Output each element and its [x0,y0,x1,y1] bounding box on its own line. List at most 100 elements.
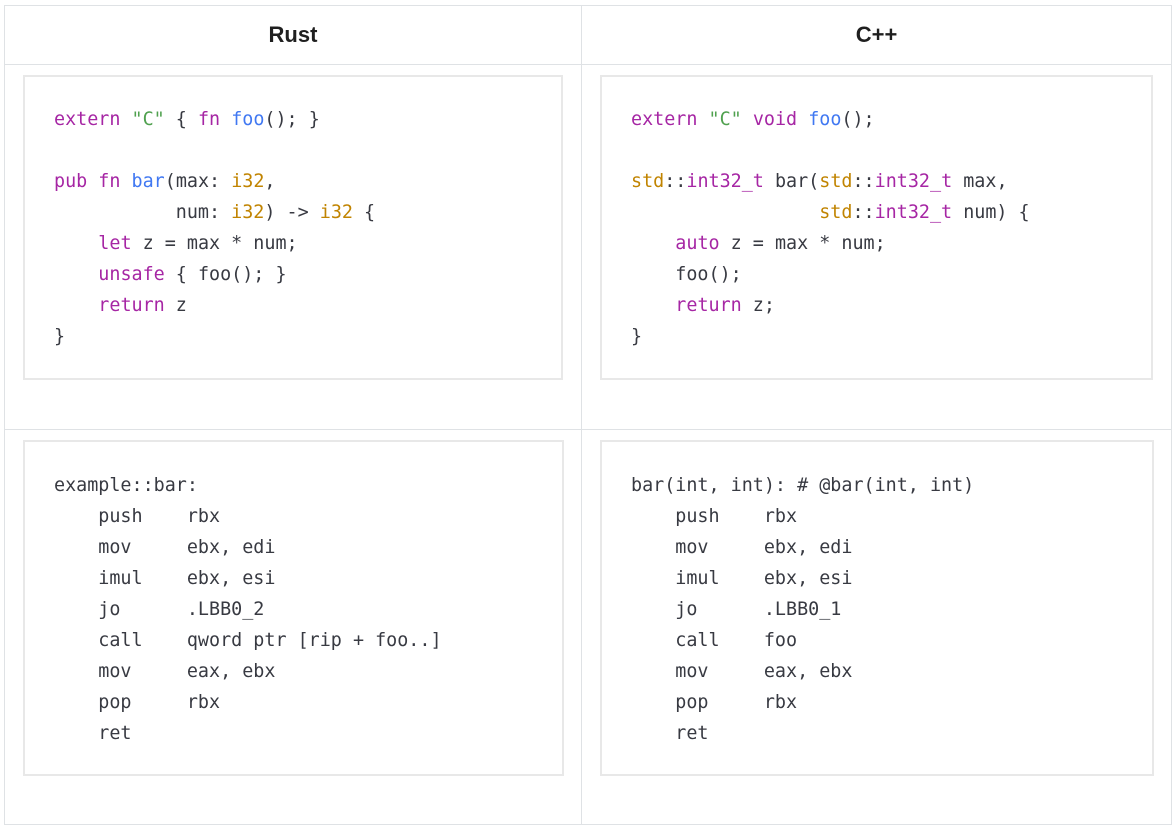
asm-line: push rbx [631,506,798,527]
code-token: i32 [231,171,265,192]
asm-line: jo .LBB0_2 [54,599,265,620]
code-token: foo [231,109,265,130]
code-token: z; [741,295,775,316]
code-token: pub [54,171,88,192]
code-token: (); } [264,109,320,130]
code-token: } [54,326,66,347]
asm-line: push rbx [54,506,221,527]
code-line: foo(); [631,259,1122,290]
code-line: return z [54,290,532,321]
rust-source-code-block: extern "C" { fn foo(); } pub fn bar(max:… [23,75,563,380]
header-rust: Rust [4,5,582,65]
code-token: ) -> [264,202,320,223]
asm-line: imul ebx, esi [54,568,276,589]
asm-line: bar(int, int): # @bar(int, int) [631,475,975,496]
code-line: num: i32) -> i32 { [54,197,532,228]
code-line: return z; [631,290,1122,321]
comparison-table: Rust C++ extern "C" { fn foo(); } pub fn… [4,5,1172,825]
asm-line: mov ebx, edi [631,537,853,558]
code-token: max, [952,171,1008,192]
asm-line: example::bar: [54,475,198,496]
code-token: extern [54,109,121,130]
code-token: i32 [319,202,353,223]
header-cpp: C++ [581,5,1172,65]
code-token: return [98,295,165,316]
code-token: , [264,171,276,192]
code-token: :: [852,202,875,223]
code-token: } [631,326,643,347]
code-line: pub fn bar(max: i32, [54,166,532,197]
code-token: foo [808,109,842,130]
cpp-source-code-block: extern "C" void foo(); std::int32_t bar(… [600,75,1153,380]
code-token: num: [54,202,232,223]
code-line: std::int32_t num) { [631,197,1122,228]
rust-asm-cell: example::bar: push rbx mov ebx, edi imul… [4,429,582,825]
code-token: { [164,109,198,130]
code-token: int32_t [874,171,953,192]
asm-line: ret [54,723,132,744]
code-line: extern "C" { fn foo(); } [54,104,532,135]
code-line: } [54,321,532,352]
code-line: } [631,321,1122,352]
asm-line: mov eax, ebx [631,661,853,682]
code-token: let [98,233,132,254]
code-token: z = max * num; [131,233,298,254]
code-token: std [819,202,853,223]
code-token: void [752,109,798,130]
code-token: return [675,295,742,316]
code-token: int32_t [686,171,764,192]
code-token: fn [98,171,121,192]
asm-line: pop rbx [631,692,798,713]
cpp-asm-cell: bar(int, int): # @bar(int, int) push rbx… [581,429,1172,825]
code-token: (); [841,109,875,130]
code-line: std::int32_t bar(std::int32_t max, [631,166,1122,197]
code-token: extern [631,109,698,130]
code-token: "C" [131,109,165,130]
code-token: auto [675,233,720,254]
assembly-row: example::bar: push rbx mov ebx, edi imul… [4,429,1172,825]
code-token: unsafe [98,264,165,285]
asm-line: ret [631,723,709,744]
code-line: unsafe { foo(); } [54,259,532,290]
header-row: Rust C++ [4,5,1172,65]
code-token: :: [664,171,687,192]
cpp-assembly-code-block: bar(int, int): # @bar(int, int) push rbx… [600,440,1154,776]
code-token: std [819,171,853,192]
asm-line: jo .LBB0_1 [631,599,842,620]
code-token: bar( [763,171,820,192]
source-row: extern "C" { fn foo(); } pub fn bar(max:… [4,64,1172,430]
asm-line: call foo [631,630,798,651]
code-token: bar [131,171,165,192]
code-token: z [164,295,187,316]
cpp-source-cell: extern "C" void foo(); std::int32_t bar(… [581,64,1172,430]
code-token: num) { [952,202,1030,223]
code-token: (max: [164,171,232,192]
asm-line: call qword ptr [rip + foo..] [54,630,442,651]
asm-line: mov eax, ebx [54,661,276,682]
code-line: extern "C" void foo(); [631,104,1122,135]
asm-line: pop rbx [54,692,221,713]
code-token: foo(); [631,264,742,285]
code-token: std [631,171,665,192]
code-line: let z = max * num; [54,228,532,259]
asm-line: imul ebx, esi [631,568,853,589]
rust-assembly-code-block: example::bar: push rbx mov ebx, edi imul… [23,440,564,776]
code-token: :: [852,171,875,192]
code-token: "C" [708,109,742,130]
rust-source-cell: extern "C" { fn foo(); } pub fn bar(max:… [4,64,582,430]
code-token: { foo(); } [164,264,287,285]
code-token: i32 [231,202,265,223]
